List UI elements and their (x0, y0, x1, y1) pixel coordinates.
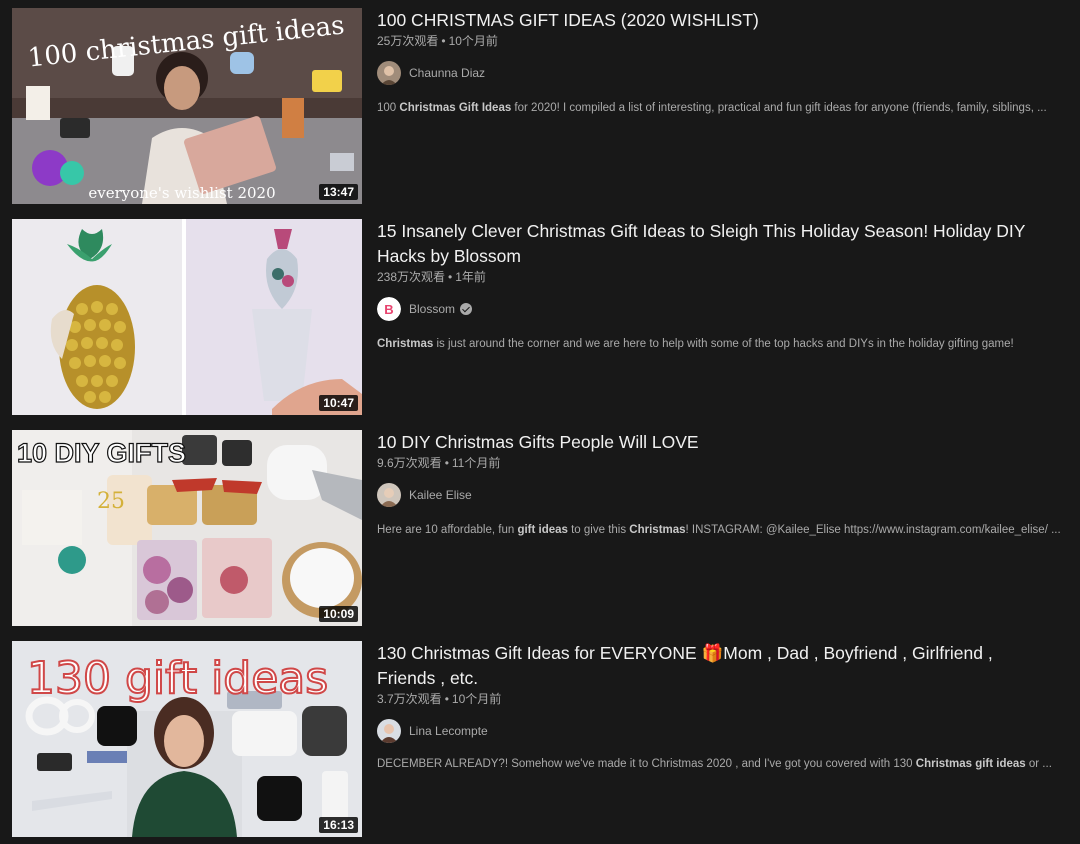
video-duration: 13:47 (319, 184, 358, 200)
channel-link[interactable]: Chaunna Diaz (377, 61, 1080, 85)
video-info: 130 Christmas Gift Ideas for EVERYONE 🎁M… (377, 641, 1080, 837)
video-metadata: 3.7万次观看 • 10个月前 (377, 692, 502, 706)
video-description: Here are 10 affordable, fun gift ideas t… (377, 524, 1061, 536)
view-count: 9.6万次观看 (377, 456, 442, 470)
channel-name[interactable]: Chaunna Diaz (409, 66, 485, 80)
view-count: 25万次观看 (377, 34, 439, 48)
video-info: 100 CHRISTMAS GIFT IDEAS (2020 WISHLIST)… (377, 8, 1080, 204)
channel-avatar[interactable] (377, 61, 401, 85)
search-results-list: 100 christmas gift ideas everyone's wish… (0, 0, 1080, 844)
video-metadata: 238万次观看 • 1年前 (377, 270, 486, 284)
video-thumbnail[interactable]: 25 10 DIY GIFTS 10:09 (12, 430, 362, 626)
channel-link[interactable]: Kailee Elise (377, 483, 1080, 507)
video-info: 15 Insanely Clever Christmas Gift Ideas … (377, 219, 1080, 415)
upload-age: 10个月前 (451, 692, 502, 706)
view-count: 3.7万次观看 (377, 692, 442, 706)
channel-name[interactable]: Kailee Elise (409, 488, 472, 502)
video-title[interactable]: 10 DIY Christmas Gifts People Will LOVE (377, 430, 1080, 455)
thumbnail-image: 25 10 DIY GIFTS (12, 430, 362, 626)
upload-age: 11个月前 (451, 456, 501, 470)
verified-badge-icon (460, 303, 473, 315)
video-thumbnail[interactable]: 100 christmas gift ideas everyone's wish… (12, 8, 362, 204)
thumbnail-image: 100 christmas gift ideas everyone's wish… (12, 8, 362, 204)
channel-link[interactable]: B Blossom (377, 297, 1080, 321)
thumbnail-subtitle-text: everyone's wishlist 2020 (88, 184, 275, 202)
upload-age: 10个月前 (448, 34, 498, 48)
view-count: 238万次观看 (377, 270, 446, 284)
svg-text:25: 25 (97, 489, 125, 514)
video-info: 10 DIY Christmas Gifts People Will LOVE … (377, 430, 1080, 626)
video-result[interactable]: 130 gift ideas 16:13 130 Christmas Gift … (12, 641, 1080, 837)
channel-name[interactable]: Blossom (409, 302, 455, 316)
thumbnail-image: 130 gift ideas (12, 641, 362, 837)
video-title[interactable]: 15 Insanely Clever Christmas Gift Ideas … (377, 219, 1080, 269)
video-result[interactable]: 100 christmas gift ideas everyone's wish… (12, 8, 1080, 204)
channel-link[interactable]: Lina Lecompte (377, 719, 1080, 743)
video-description: 100 Christmas Gift Ideas for 2020! I com… (377, 102, 1047, 114)
thumbnail-title-text: 10 DIY GIFTS (17, 438, 186, 468)
video-thumbnail[interactable]: 130 gift ideas 16:13 (12, 641, 362, 837)
video-duration: 16:13 (319, 817, 358, 833)
video-duration: 10:09 (319, 606, 358, 622)
upload-age: 1年前 (455, 270, 486, 284)
video-result[interactable]: 10:47 15 Insanely Clever Christmas Gift … (12, 219, 1080, 415)
thumbnail-image (12, 219, 362, 415)
thumbnail-title-text: 130 gift ideas (27, 653, 328, 704)
video-description: Christmas is just around the corner and … (377, 338, 1014, 350)
video-title[interactable]: 130 Christmas Gift Ideas for EVERYONE 🎁M… (377, 641, 1080, 691)
channel-avatar[interactable] (377, 719, 401, 743)
video-description: DECEMBER ALREADY?! Somehow we've made it… (377, 758, 1052, 770)
video-result[interactable]: 25 10 DIY GIFTS 10:09 10 DIY Christmas G… (12, 430, 1080, 626)
svg-text:B: B (384, 302, 393, 317)
video-metadata: 25万次观看 • 10个月前 (377, 34, 498, 48)
video-thumbnail[interactable]: 10:47 (12, 219, 362, 415)
channel-avatar[interactable]: B (377, 297, 401, 321)
channel-avatar[interactable] (377, 483, 401, 507)
channel-name[interactable]: Lina Lecompte (409, 724, 488, 738)
video-title[interactable]: 100 CHRISTMAS GIFT IDEAS (2020 WISHLIST) (377, 8, 1080, 33)
video-metadata: 9.6万次观看 • 11个月前 (377, 456, 501, 470)
video-duration: 10:47 (319, 395, 358, 411)
